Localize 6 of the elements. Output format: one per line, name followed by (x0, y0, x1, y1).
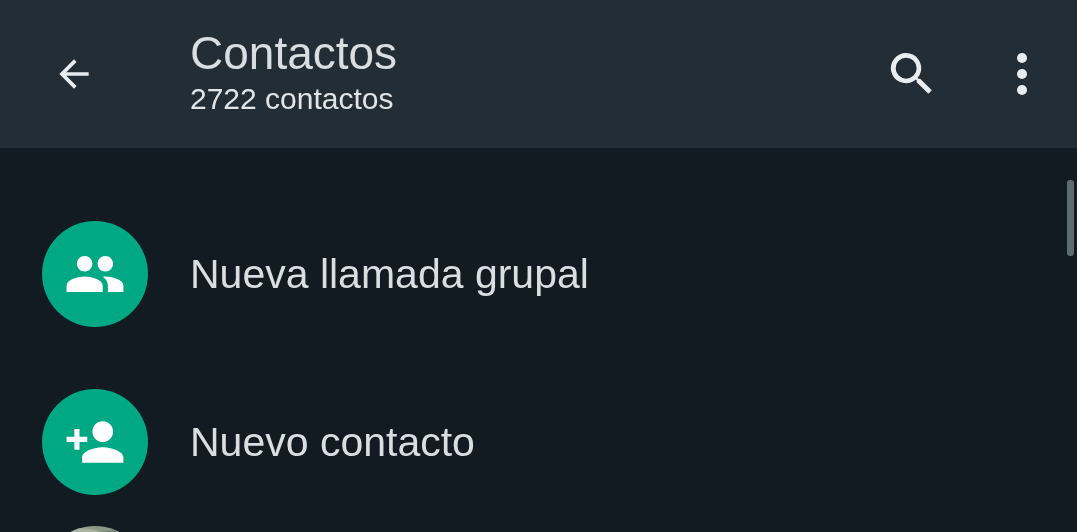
screen-title: Contactos (190, 26, 399, 81)
contact-count: 2722 contactos (190, 81, 395, 117)
action-item[interactable]: Nueva llamada grupal (0, 190, 1077, 358)
menu-icon[interactable] (1016, 52, 1028, 96)
action-item[interactable]: Nuevo contacto (0, 358, 1077, 526)
scrollbar[interactable] (1067, 180, 1074, 256)
